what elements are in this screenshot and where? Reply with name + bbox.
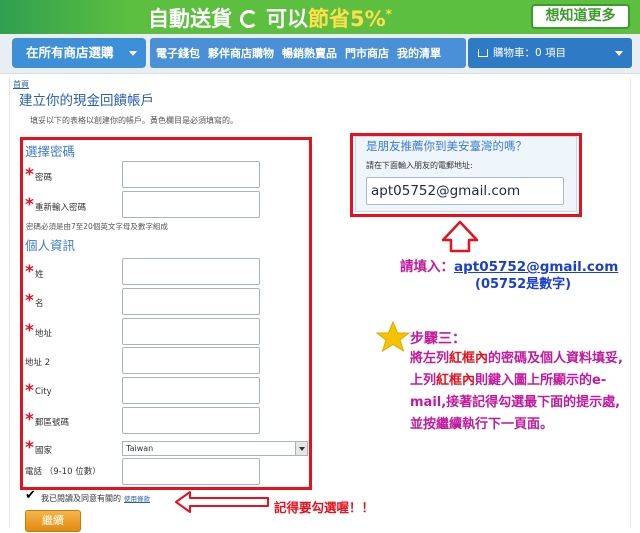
fill-instruction: 請填入：apt05752@gmail.com bbox=[400, 255, 618, 275]
step-title: 步驟三： bbox=[410, 331, 466, 347]
star-icon bbox=[375, 320, 411, 353]
step-instructions: 將左列紅框內的密碼及個人資料填妥,上列紅框內則鍵入圖上所顯示的e-mail,接著… bbox=[410, 348, 628, 436]
step-text-1: 將左列 bbox=[410, 351, 450, 366]
remember-note: 記得要勾選喔！！ bbox=[274, 500, 375, 515]
step-highlight-1: 紅框內 bbox=[449, 351, 489, 366]
step-highlight-2: 紅框內 bbox=[436, 373, 476, 388]
fill-note: (05752是數字) bbox=[475, 277, 572, 292]
fill-prefix: 請填入： bbox=[400, 259, 454, 275]
up-arrow-icon bbox=[441, 220, 479, 253]
left-arrow-icon bbox=[175, 491, 269, 513]
